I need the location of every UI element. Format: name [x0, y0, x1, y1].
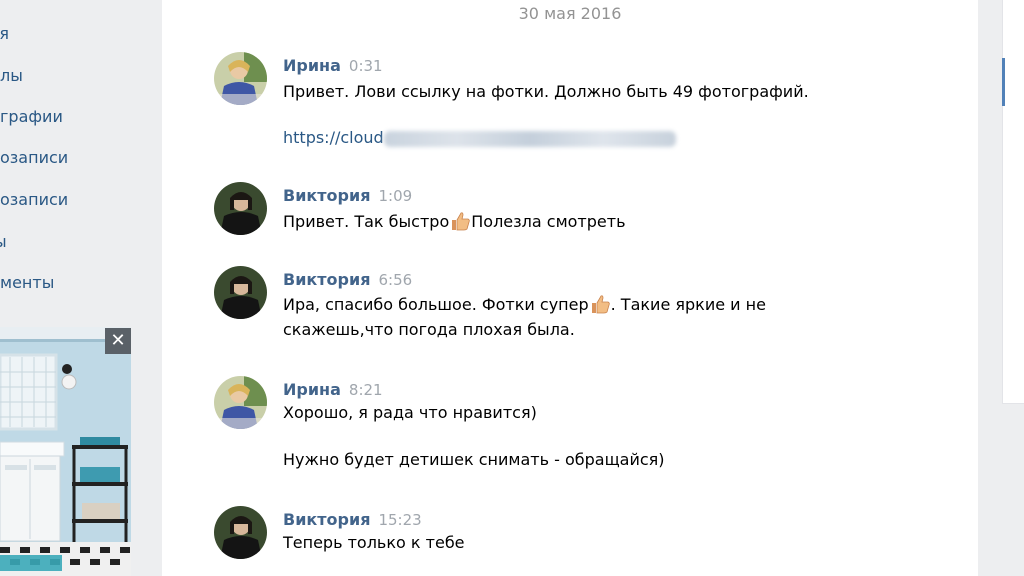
sidebar-item-label: ы [0, 232, 7, 251]
message-text: Ира, спасибо большое. Фотки супер . Такие… [283, 293, 766, 315]
message-time[interactable]: 15:23 [378, 511, 421, 529]
sidebar-item-7[interactable]: менты [0, 263, 160, 303]
avatar[interactable] [214, 506, 267, 559]
sidebar-item-5[interactable]: озаписи [0, 180, 160, 220]
author-name[interactable]: Виктория [283, 510, 370, 529]
message-text-part: Ира, спасибо большое. Фотки супер [283, 295, 589, 314]
message-text-part: Привет. Так быстро [283, 212, 450, 231]
sidebar-item-1[interactable]: ья [0, 14, 150, 54]
thumbs-up-icon [452, 212, 470, 231]
author-name[interactable]: Виктория [283, 270, 370, 289]
sidebar-item-2[interactable]: лы [0, 56, 160, 96]
blurred-link-part [383, 130, 676, 147]
message-time[interactable]: 0:31 [349, 57, 383, 75]
sidebar-item-label: графии [0, 107, 63, 126]
message-header: Ирина 0:31 [283, 56, 383, 75]
message-text: Хорошо, я рада что нравится) [283, 403, 537, 422]
message-header: Виктория 6:56 [283, 270, 412, 289]
message-text-line2: Нужно будет детишек снимать - обращайся) [283, 450, 665, 469]
sidebar-item-4[interactable]: озаписи [0, 138, 160, 178]
message-text: Теперь только к тебе [283, 533, 465, 552]
author-name[interactable]: Ирина [283, 56, 341, 75]
sidebar-item-label: озаписи [0, 190, 69, 209]
date-separator: 30 мая 2016 [518, 4, 622, 23]
sidebar-item-label: озаписи [0, 148, 69, 167]
message-text-line2: скажешь,что погода плохая была. [283, 320, 575, 339]
message-header: Ирина 8:21 [283, 380, 383, 399]
message-text: Привет. Так быстро Полезла смотреть [283, 210, 626, 232]
sidebar-item-3[interactable]: графии [0, 97, 160, 137]
sidebar-item-label: лы [0, 66, 23, 85]
avatar[interactable] [214, 376, 267, 429]
ad-banner-image[interactable] [0, 327, 131, 576]
bathroom-illustration [0, 327, 131, 576]
message-link[interactable]: https://cloud [283, 128, 676, 147]
message-text-part: Полезла смотреть [471, 212, 626, 231]
link-text[interactable]: https://cloud [283, 128, 384, 147]
chat-history: 30 мая 2016 Ирина 0:31 Привет. Лови ссылк… [162, 0, 978, 576]
avatar[interactable] [214, 266, 267, 319]
message-time[interactable]: 6:56 [378, 271, 412, 289]
author-name[interactable]: Виктория [283, 186, 370, 205]
close-icon[interactable]: ✕ [105, 328, 131, 354]
message-text-part: . Такие яркие и не [610, 295, 766, 314]
message-time[interactable]: 1:09 [378, 187, 412, 205]
message-time[interactable]: 8:21 [349, 381, 383, 399]
sidebar-item-label: менты [0, 273, 55, 292]
author-name[interactable]: Ирина [283, 380, 341, 399]
message-header: Виктория 15:23 [283, 510, 422, 529]
dialogs-panel[interactable] [1002, 0, 1024, 404]
sidebar-item-label: ья [0, 24, 10, 43]
avatar[interactable] [214, 182, 267, 235]
message-header: Виктория 1:09 [283, 186, 412, 205]
active-dialog-indicator [1002, 58, 1005, 106]
thumbs-up-icon [591, 295, 610, 314]
message-text: Привет. Лови ссылку на фотки. Должно быт… [283, 82, 809, 101]
avatar[interactable] [214, 52, 267, 105]
sidebar-item-6[interactable]: ы [0, 222, 154, 262]
